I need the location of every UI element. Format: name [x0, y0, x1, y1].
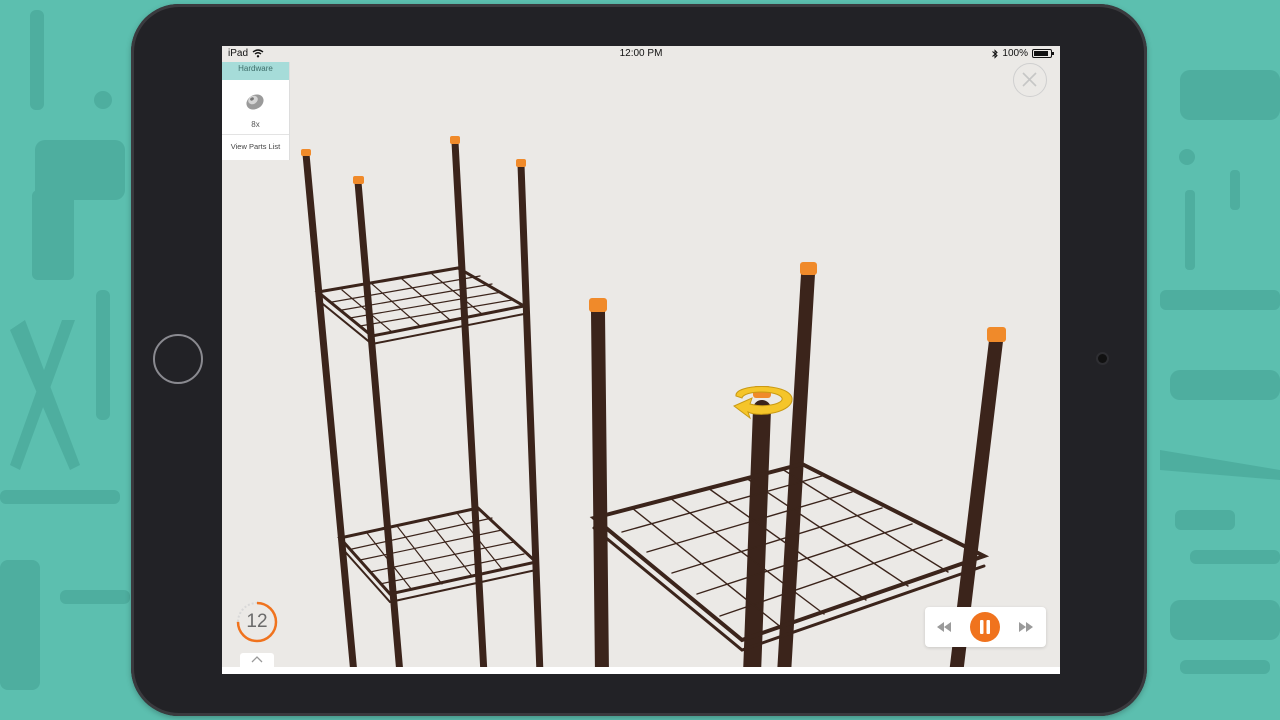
bottom-bar: [222, 667, 1060, 674]
hardware-header: Hardware: [222, 62, 289, 80]
step-counter: 12: [235, 600, 279, 644]
rewind-icon: [937, 622, 951, 632]
battery-icon: [1032, 49, 1054, 58]
home-button[interactable]: [153, 334, 203, 384]
expand-button[interactable]: [240, 653, 274, 667]
close-button[interactable]: [1013, 63, 1047, 97]
pause-button[interactable]: [970, 612, 1000, 642]
battery-level: [1034, 51, 1048, 56]
front-camera: [1098, 354, 1107, 363]
pause-icon: [980, 620, 990, 634]
app-screen: iPad 12:00 PM 100% Hardware 8x View Part…: [222, 46, 1060, 674]
chevron-up-icon: [251, 656, 263, 663]
hardware-part[interactable]: 8x: [222, 80, 289, 135]
hardware-panel: Hardware 8x View Parts List: [222, 62, 290, 160]
fast-forward-button[interactable]: [1017, 619, 1035, 640]
bluetooth-icon: [992, 48, 999, 59]
battery-percent: 100%: [1002, 48, 1028, 59]
clock: 12:00 PM: [619, 48, 663, 59]
view-parts-list-link[interactable]: View Parts List: [222, 135, 289, 159]
assembly-scene[interactable]: [222, 46, 1060, 674]
fast-forward-icon: [1019, 622, 1033, 632]
step-number: 12: [246, 611, 268, 632]
screw-cap-icon: [246, 94, 264, 110]
rewind-button[interactable]: [935, 619, 953, 640]
part-quantity: 8x: [251, 120, 260, 129]
status-bar: iPad 12:00 PM 100%: [222, 46, 1060, 62]
playback-controls: [925, 607, 1046, 647]
close-icon: [1022, 72, 1037, 87]
